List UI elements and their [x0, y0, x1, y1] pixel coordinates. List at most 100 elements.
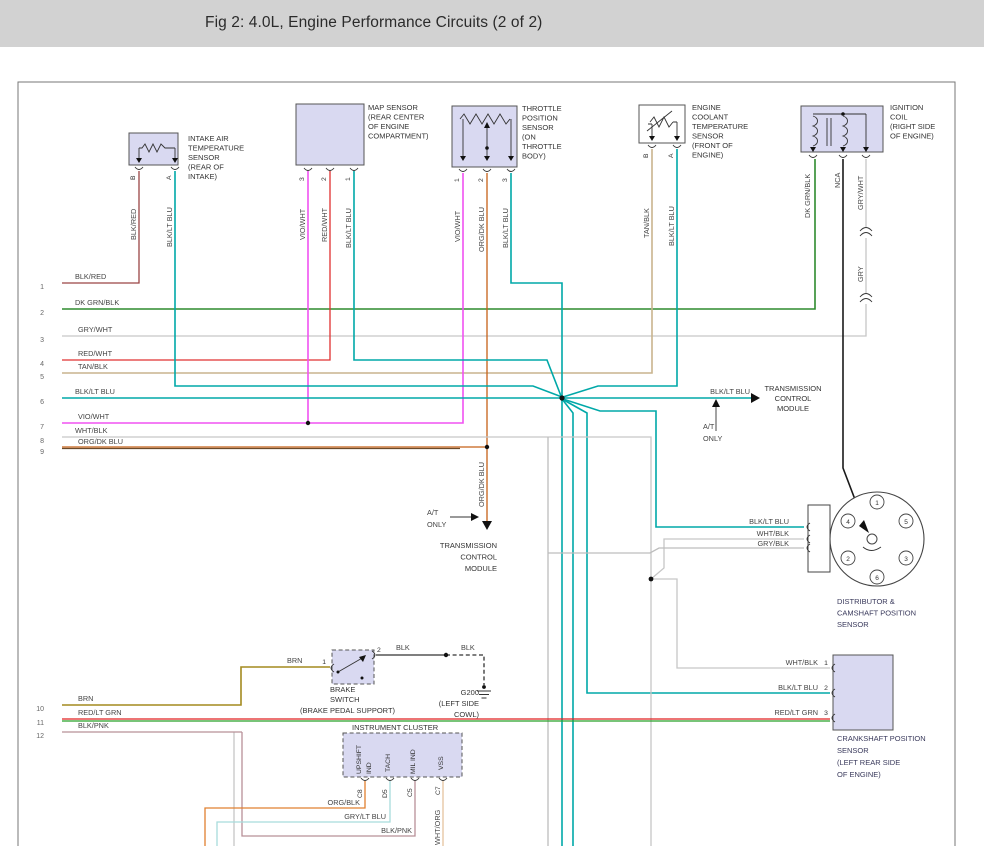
teal-tps-branch: [511, 173, 562, 397]
iat-caption: INTAKE AIRTEMPERATURESENSOR(REAR OFINTAK…: [188, 134, 244, 181]
wire-label: WHT/BLK: [757, 529, 790, 538]
distributor: 1 5 3 6 2 4 BLK/LT BLU WHT/BLK GRY/BLK D…: [749, 492, 924, 629]
pin-label: 1: [345, 177, 352, 181]
wire-label: VIO/WHT: [453, 210, 462, 242]
wire-label: BLK/LT BLU: [710, 387, 750, 396]
pin-label: A: [668, 153, 675, 158]
map-caption: MAP SENSOR(REAR CENTEROF ENGINECOMPARTME…: [368, 103, 429, 141]
wire-label: VIO/WHT: [298, 208, 307, 240]
wire-label: WHT/ORG: [433, 809, 442, 845]
row-label: BRN: [78, 694, 93, 703]
wire-label: BLK: [396, 643, 410, 652]
row-label: WHT/BLK: [75, 426, 108, 435]
arrow-down-icon: [482, 521, 492, 530]
wire-label: BLK/LT BLU: [749, 517, 789, 526]
wire-nca: [843, 159, 867, 531]
arrow-up-icon: [712, 399, 720, 407]
brake-box: [332, 650, 374, 684]
wire-label: BLK/LT BLU: [344, 208, 353, 248]
pin-label: 1: [824, 660, 828, 667]
sensor-iat: B A BLK/RED BLK/LT BLU INTAKE AIRTEMPERA…: [129, 133, 244, 247]
wire-label: ORG/BLK: [328, 798, 361, 807]
row-number: 6: [40, 399, 44, 406]
gauge-label: TACH: [385, 754, 392, 772]
arrow-right-icon: [751, 393, 760, 403]
wire-label: GRY/BLK: [758, 539, 790, 548]
pin-arc: [648, 145, 681, 148]
pin-label: B: [643, 153, 650, 158]
teal-iat-branch: [175, 171, 562, 397]
pin-arc: [135, 167, 143, 170]
row-label: TAN/BLK: [78, 362, 108, 371]
row-number: 11: [37, 720, 44, 727]
pin-label: 2: [321, 177, 328, 181]
row-label: ORG/DK BLU: [78, 437, 123, 446]
row-number: 1: [40, 284, 44, 291]
row-label: RED/WHT: [78, 349, 113, 358]
terminal-number: 1: [875, 500, 879, 507]
wire-label: BLK/LT BLU: [165, 207, 174, 247]
teal-drop-2: [562, 399, 573, 846]
teal-ect-branch: [563, 149, 677, 397]
tcm-right-caption: TRANSMISSIONCONTROLMODULE: [764, 384, 821, 413]
map-box: [296, 104, 364, 165]
terminal-number: 2: [846, 556, 850, 563]
wire-blk-dashed: [446, 655, 484, 685]
pin-label: 3: [299, 177, 306, 181]
instrument-cluster: INSTRUMENT CLUSTER UPSHIFT IND TACH MIL …: [328, 723, 462, 845]
pin-arc: [304, 168, 358, 171]
junction-vio: [306, 421, 310, 425]
ect-caption: ENGINECOOLANTTEMPERATURESENSOR(FRONT OFE…: [692, 103, 748, 160]
pin-label: 2: [824, 685, 828, 692]
coil-caption: IGNITIONCOIL(RIGHT SIDEOF ENGINE): [890, 103, 935, 141]
at-note: A/T: [427, 508, 439, 517]
row-number: 10: [36, 706, 44, 713]
at-note: ONLY: [427, 520, 446, 529]
distributor-connector: [808, 505, 830, 572]
row-number: 5: [40, 374, 44, 381]
crankshaft-sensor: 1 2 3 WHT/BLK BLK/LT BLU RED/LT GRN CRAN…: [774, 655, 925, 779]
pin-label: 2: [478, 178, 485, 182]
row-label: GRY/WHT: [78, 325, 113, 334]
sensor-ect: B A TAN/BLK BLK/LT BLU ENGINECOOLANTTEMP…: [639, 103, 748, 246]
wire-label: BLK/RED: [129, 209, 138, 240]
whtblk-to-crank: [651, 579, 830, 668]
junction-teal-main: [559, 395, 564, 400]
pin-arc: [459, 169, 515, 172]
row-label: BLK/RED: [75, 272, 106, 281]
ground-icon: [477, 691, 491, 698]
wire-runs: [62, 149, 867, 846]
row-number: 2: [40, 310, 44, 317]
row-label: BLK/PNK: [78, 721, 109, 730]
wire-blk-red: [62, 171, 139, 283]
junction-blk: [444, 653, 448, 657]
switch-dot: [361, 677, 364, 680]
row-number: 3: [40, 337, 44, 344]
wire-wht-blk-network: [62, 437, 830, 846]
wire-label: BLK/PNK: [381, 826, 412, 835]
pin-arc: [809, 155, 870, 158]
distributor-caption: DISTRIBUTOR &CAMSHAFT POSITIONSENSOR: [837, 597, 916, 629]
gauge-label: UPSHIFT: [356, 745, 363, 774]
row-number: 9: [40, 449, 44, 456]
wire-label: GRY/LT BLU: [344, 812, 386, 821]
ground-dot: [482, 685, 486, 689]
wire-label: BLK: [461, 643, 475, 652]
at-note: A/T: [703, 422, 715, 431]
pin-label: A: [166, 175, 173, 180]
terminal-number: 5: [904, 519, 908, 526]
gauge-label: VSS: [438, 756, 445, 770]
row-label: DK GRN/BLK: [75, 298, 119, 307]
wire-label-gry: GRY: [856, 266, 865, 282]
iat-box: [129, 133, 178, 165]
left-bus-rows: 1 BLK/RED 2 DK GRN/BLK 3 GRY/WHT 4 RED/W…: [36, 272, 123, 740]
row-number: 8: [40, 438, 44, 445]
pin-label: C7: [435, 786, 442, 795]
junction-whtblk: [649, 577, 654, 582]
wire-label: TAN/BLK: [642, 208, 651, 238]
pin-label: C5: [407, 788, 414, 797]
ignition-coil: DK GRN/BLK NCA GRY/WHT GRY IGNITIONCOIL(…: [801, 103, 935, 282]
pin-label: 2: [377, 647, 381, 654]
wire-label: BRN: [287, 656, 302, 665]
wire-label: BLK/LT BLU: [778, 683, 818, 692]
